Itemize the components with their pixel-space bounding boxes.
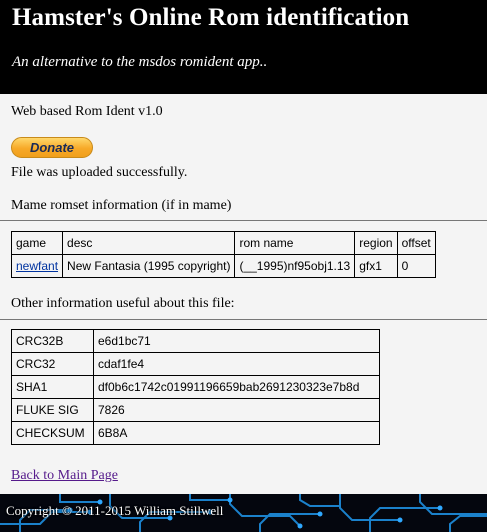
table-row: CRC32B e6d1bc71	[11, 329, 380, 353]
column-header-region: region	[354, 231, 398, 255]
checksum-label: CHECKSUM	[11, 421, 94, 445]
copyright-text: Copyright © 2011-2015 William Stillwell	[6, 503, 224, 518]
fluke-sig-label: FLUKE SIG	[11, 398, 94, 422]
crc32-value: cdaf1fe4	[93, 352, 380, 376]
romset-table: game desc rom name region offset newfant…	[10, 231, 436, 278]
file-info-table: CRC32B e6d1bc71 CRC32 cdaf1fe4 SHA1 df0b…	[11, 329, 380, 445]
site-title: Hamster's Online Rom identification	[12, 4, 410, 31]
cell-rom-name: (__1995)nf95obj1.13	[234, 254, 356, 278]
sha1-value: df0b6c1742c01991196659bab2691230323e7b8d	[93, 375, 380, 399]
cell-offset: 0	[396, 254, 436, 278]
column-header-game: game	[10, 231, 64, 255]
site-footer: Copyright © 2011-2015 William Stillwell	[0, 494, 487, 532]
table-row: SHA1 df0b6c1742c01991196659bab2691230323…	[11, 375, 380, 399]
crc32-label: CRC32	[11, 352, 94, 376]
table-row: CHECKSUM 6B8A	[11, 421, 380, 445]
site-header: Hamster's Online Rom identification An a…	[0, 0, 487, 94]
cell-region: gfx1	[354, 254, 398, 278]
column-header-desc: desc	[62, 231, 236, 255]
divider	[0, 319, 487, 320]
back-to-main-link[interactable]: Back to Main Page	[11, 468, 118, 484]
romset-heading: Mame romset information (if in mame)	[11, 198, 232, 213]
column-header-rom-name: rom name	[234, 231, 356, 255]
crc32b-value: e6d1bc71	[93, 329, 380, 353]
version-text: Web based Rom Ident v1.0	[11, 104, 163, 119]
table-row: newfant New Fantasia (1995 copyright) (_…	[10, 254, 436, 278]
crc32b-label: CRC32B	[11, 329, 94, 353]
divider	[0, 220, 487, 221]
fluke-sig-value: 7826	[93, 398, 380, 422]
table-row: CRC32 cdaf1fe4	[11, 352, 380, 376]
upload-status: File was uploaded successfully.	[11, 165, 188, 180]
table-row: FLUKE SIG 7826	[11, 398, 380, 422]
table-header-row: game desc rom name region offset	[10, 231, 436, 255]
cell-desc: New Fantasia (1995 copyright)	[62, 254, 236, 278]
column-header-offset: offset	[396, 231, 436, 255]
donate-button[interactable]: Donate	[11, 137, 93, 158]
checksum-value: 6B8A	[93, 421, 380, 445]
cell-game: newfant	[10, 254, 64, 278]
sha1-label: SHA1	[11, 375, 94, 399]
site-tagline: An alternative to the msdos romident app…	[12, 54, 268, 70]
game-link[interactable]: newfant	[16, 259, 58, 273]
other-info-heading: Other information useful about this file…	[11, 296, 235, 311]
